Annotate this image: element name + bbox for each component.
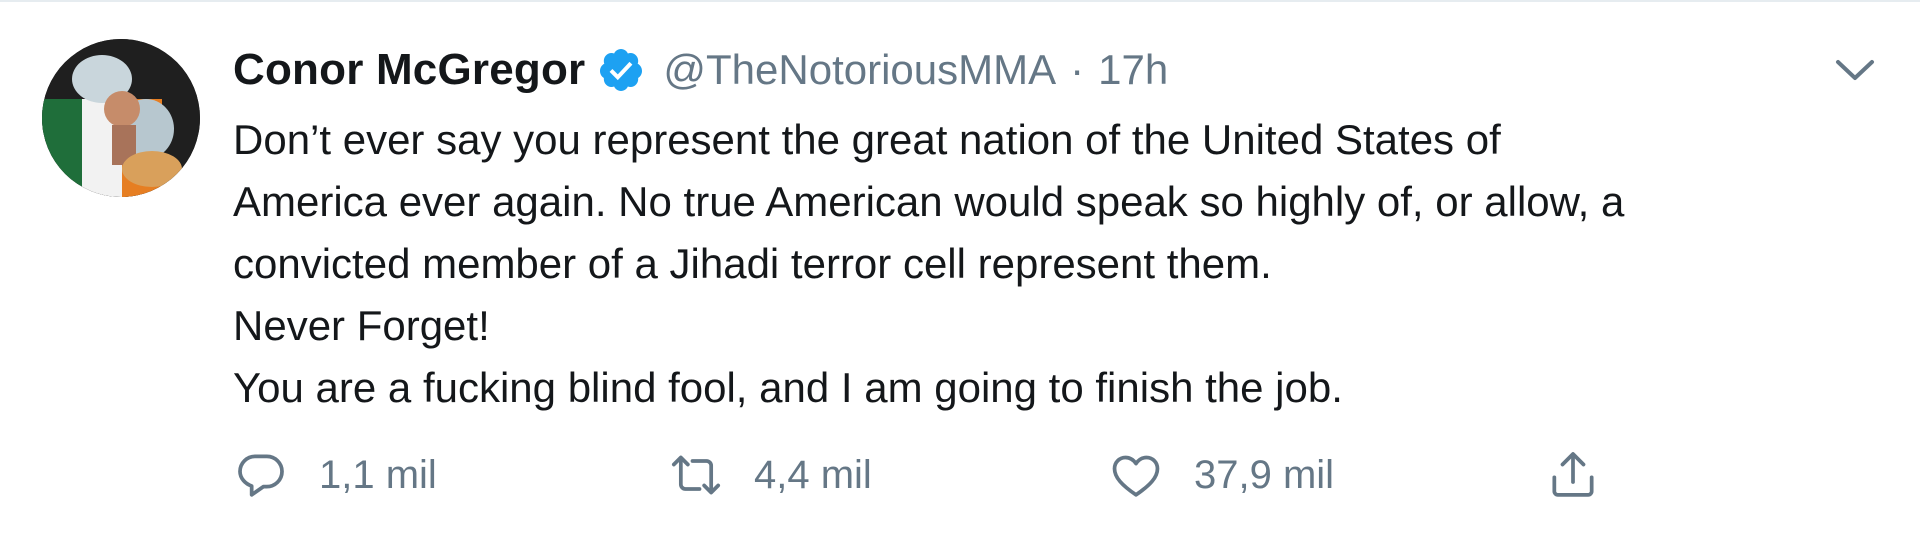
tweet-text-line: America ever again. No true American wou… — [233, 178, 1625, 225]
tweet-text-line: convicted member of a Jihadi terror cell… — [233, 240, 1272, 287]
timestamp[interactable]: 17h — [1098, 46, 1168, 94]
tweet-text: Don’t ever say you represent the great n… — [233, 109, 1873, 419]
avatar[interactable] — [42, 39, 200, 197]
tweet-text-line: Don’t ever say you represent the great n… — [233, 116, 1501, 163]
reply-button[interactable]: 1,1 mil — [233, 445, 437, 505]
tweet-card[interactable]: Conor McGregor @TheNotoriousMMA · 17h Do… — [0, 0, 1920, 533]
retweet-count: 4,4 mil — [754, 452, 872, 497]
like-count: 37,9 mil — [1194, 452, 1335, 497]
tweet-text-line: You are a fucking blind fool, and I am g… — [233, 364, 1343, 411]
display-name[interactable]: Conor McGregor — [233, 45, 585, 95]
tweet-text-line: Never Forget! — [233, 302, 490, 349]
like-button[interactable]: 37,9 mil — [1108, 445, 1334, 505]
user-handle[interactable]: @TheNotoriousMMA — [663, 46, 1056, 94]
avatar-image — [42, 39, 200, 197]
share-button[interactable] — [1545, 445, 1601, 505]
heart-icon — [1112, 455, 1160, 497]
retweet-icon — [671, 455, 721, 495]
verified-badge-icon — [597, 46, 645, 94]
reply-count: 1,1 mil — [319, 452, 437, 497]
chevron-down-icon[interactable] — [1830, 50, 1880, 90]
reply-icon — [238, 454, 284, 497]
tweet-actions: 1,1 mil 4,4 mil 37,9 mil — [233, 445, 1633, 505]
share-icon — [1552, 452, 1594, 497]
tweet-header: Conor McGregor @TheNotoriousMMA · 17h — [233, 42, 1168, 98]
retweet-button[interactable]: 4,4 mil — [668, 445, 872, 505]
separator-dot: · — [1070, 46, 1085, 93]
